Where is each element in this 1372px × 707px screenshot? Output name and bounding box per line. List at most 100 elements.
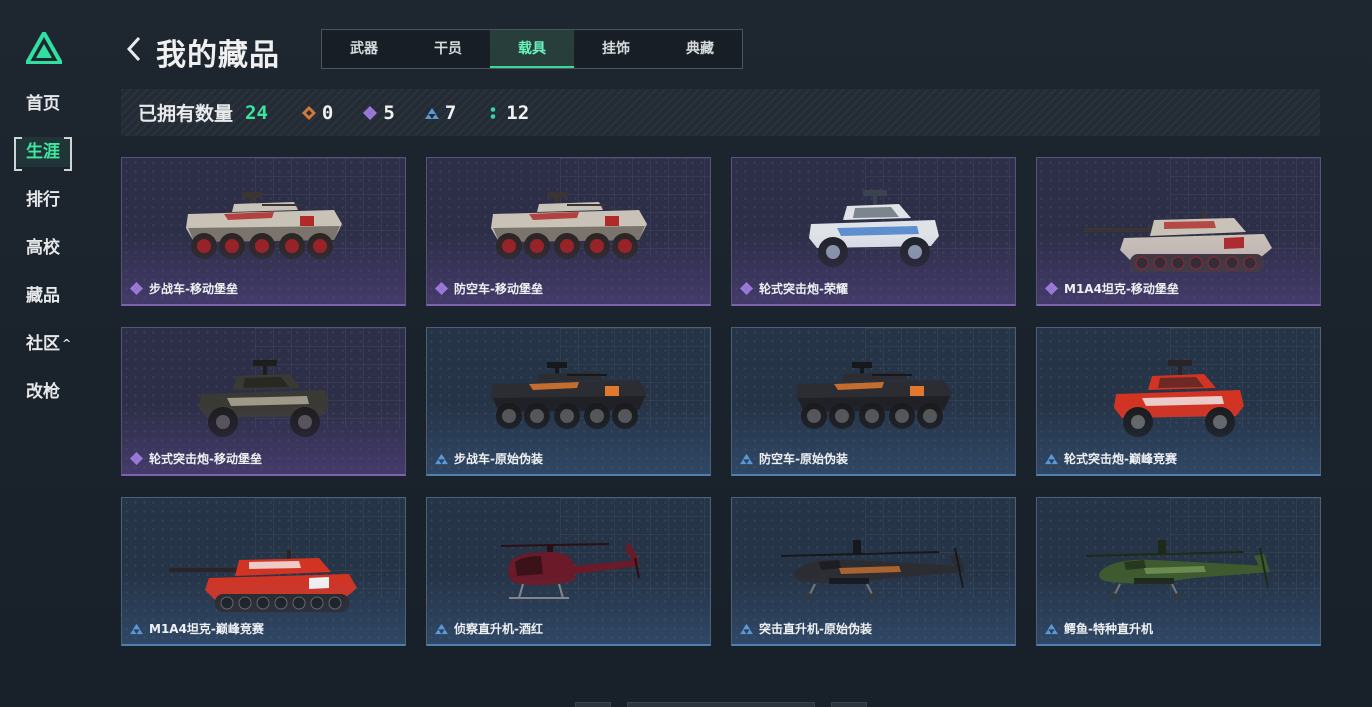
vehicle-card[interactable]: 步战车-原始伪装 (426, 327, 711, 476)
sidebar-item-collection[interactable]: 藏品 (26, 280, 60, 312)
owned-count-total: 24 (245, 101, 268, 124)
pager-bar[interactable] (627, 702, 815, 707)
vehicle-name: 步战车-移动堡垒 (149, 282, 238, 296)
card-label: 防空车-移动堡垒 (435, 280, 543, 297)
orange-diamond-icon (301, 105, 316, 120)
rarity-count: 12 (506, 101, 530, 124)
vehicle-card[interactable]: 侦察直升机-酒红 (426, 497, 711, 646)
sidebar-item-label: 改枪 (26, 382, 60, 402)
card-label: M1A4坦克-移动堡垒 (1045, 280, 1179, 297)
sidebar: 首页 生涯 排行 高校 藏品 社区 ^ 改枪 (0, 0, 90, 707)
card-label: M1A4坦克-巅峰竞赛 (130, 620, 264, 637)
card-label: 轮式突击炮-巅峰竞赛 (1045, 450, 1177, 467)
tab-charms[interactable]: 挂饰 (574, 30, 658, 68)
tab-collection[interactable]: 典藏 (658, 30, 742, 68)
tab-vehicles[interactable]: 载具 (490, 30, 574, 68)
vehicle-card[interactable]: 防空车-移动堡垒 (426, 157, 711, 306)
sidebar-item-gunsmith[interactable]: 改枪 (26, 376, 60, 408)
category-tabs: 武器 干员 载具 挂饰 典藏 (321, 29, 743, 69)
vehicle-card[interactable]: 突击直升机-原始伪装 (731, 497, 1016, 646)
wheeled-vehicle-icon (1113, 360, 1244, 437)
armored-vehicle-icon (795, 362, 952, 429)
vehicle-name: 突击直升机-原始伪装 (759, 622, 872, 636)
card-label: 轮式突击炮-荣耀 (740, 280, 848, 297)
rarity-stat-purple: 5 (363, 101, 395, 124)
sidebar-item-label: 排行 (26, 190, 60, 210)
card-label: 侦察直升机-酒红 (435, 620, 543, 637)
vehicle-card[interactable]: M1A4坦克-巅峰竞赛 (121, 497, 406, 646)
purple-diamond-icon (363, 105, 378, 120)
sidebar-item-college[interactable]: 高校 (26, 232, 60, 264)
sidebar-item-label: 高校 (26, 238, 60, 258)
rarity-count: 0 (321, 101, 334, 124)
blue-triangle-icon (130, 623, 143, 635)
wheeled-vehicle-icon (808, 190, 939, 267)
vehicle-name: M1A4坦克-巅峰竞赛 (149, 622, 264, 636)
blue-triangle-icon (1045, 623, 1058, 635)
blue-triangle-icon (435, 453, 448, 465)
card-label: 轮式突击炮-移动堡垒 (130, 450, 262, 467)
vehicle-card[interactable]: 轮式突击炮-荣耀 (731, 157, 1016, 306)
card-label: 步战车-原始伪装 (435, 450, 543, 467)
vehicle-name: 步战车-原始伪装 (454, 452, 543, 466)
vehicle-name: 轮式突击炮-移动堡垒 (149, 452, 262, 466)
armored-vehicle-icon (185, 192, 342, 259)
card-label: 防空车-原始伪装 (740, 450, 848, 467)
armored-vehicle-icon (490, 192, 647, 259)
attack-helicopter-icon (1085, 540, 1270, 599)
sidebar-item-label: 首页 (26, 94, 60, 114)
blue-triangle-icon (740, 623, 753, 635)
sidebar-item-label: 生涯 (26, 142, 60, 162)
vehicle-card[interactable]: 步战车-移动堡垒 (121, 157, 406, 306)
wheeled-vehicle-icon (198, 360, 329, 437)
pager-prev-button[interactable] (575, 702, 611, 707)
blue-triangle-icon (435, 623, 448, 635)
card-label: 突击直升机-原始伪装 (740, 620, 872, 637)
rarity-count: 5 (383, 101, 395, 124)
purple-diamond-icon (130, 282, 143, 295)
page-title: 我的藏品 (156, 38, 280, 73)
sidebar-item-home[interactable]: 首页 (26, 88, 60, 120)
sidebar-item-label: 藏品 (26, 286, 60, 306)
card-label: 鳄鱼-特种直升机 (1045, 620, 1153, 637)
blue-triangle-icon (1045, 453, 1058, 465)
pager-next-button[interactable] (831, 702, 867, 707)
vehicle-name: 侦察直升机-酒红 (454, 622, 543, 636)
sidebar-item-ranking[interactable]: 排行 (26, 184, 60, 216)
tank-icon (1083, 210, 1272, 272)
vehicle-card[interactable]: M1A4坦克-移动堡垒 (1036, 157, 1321, 306)
purple-diamond-icon (740, 282, 753, 295)
purple-diamond-icon (435, 282, 448, 295)
app-logo-icon[interactable] (26, 32, 62, 64)
green-dots-icon (490, 106, 496, 119)
chevron-up-icon: ^ (62, 337, 72, 350)
tank-icon (168, 550, 357, 612)
attack-helicopter-icon (780, 540, 965, 599)
armored-vehicle-icon (490, 362, 647, 429)
vehicle-name: 轮式突击炮-荣耀 (759, 282, 848, 296)
vehicle-card[interactable]: 轮式突击炮-移动堡垒 (121, 327, 406, 476)
vehicle-card[interactable]: 防空车-原始伪装 (731, 327, 1016, 476)
vehicle-name: M1A4坦克-移动堡垒 (1064, 282, 1179, 296)
rarity-count: 7 (444, 101, 457, 124)
card-label: 步战车-移动堡垒 (130, 280, 238, 297)
helicopter-icon (500, 542, 640, 599)
sidebar-item-career[interactable]: 生涯 (14, 137, 72, 171)
vehicle-name: 防空车-移动堡垒 (454, 282, 543, 296)
back-arrow-icon[interactable] (124, 34, 144, 64)
sidebar-item-community[interactable]: 社区 ^ (26, 328, 71, 360)
vehicle-name: 鳄鱼-特种直升机 (1064, 622, 1153, 636)
owned-count-label: 已拥有数量 (138, 103, 234, 125)
purple-diamond-icon (1045, 282, 1058, 295)
ownership-summary: 已拥有数量 24 0 5 7 12 (121, 89, 1320, 136)
vehicle-card[interactable]: 轮式突击炮-巅峰竞赛 (1036, 327, 1321, 476)
tab-weapons[interactable]: 武器 (322, 30, 406, 68)
vehicle-card[interactable]: 鳄鱼-特种直升机 (1036, 497, 1321, 646)
blue-triangle-icon (424, 107, 439, 119)
rarity-stat-green: 12 (486, 102, 529, 124)
rarity-stat-orange: 0 (301, 101, 334, 124)
blue-triangle-icon (740, 453, 753, 465)
sidebar-item-label: 社区 (26, 334, 60, 354)
tab-operators[interactable]: 干员 (406, 30, 490, 68)
vehicle-name: 轮式突击炮-巅峰竞赛 (1064, 452, 1177, 466)
